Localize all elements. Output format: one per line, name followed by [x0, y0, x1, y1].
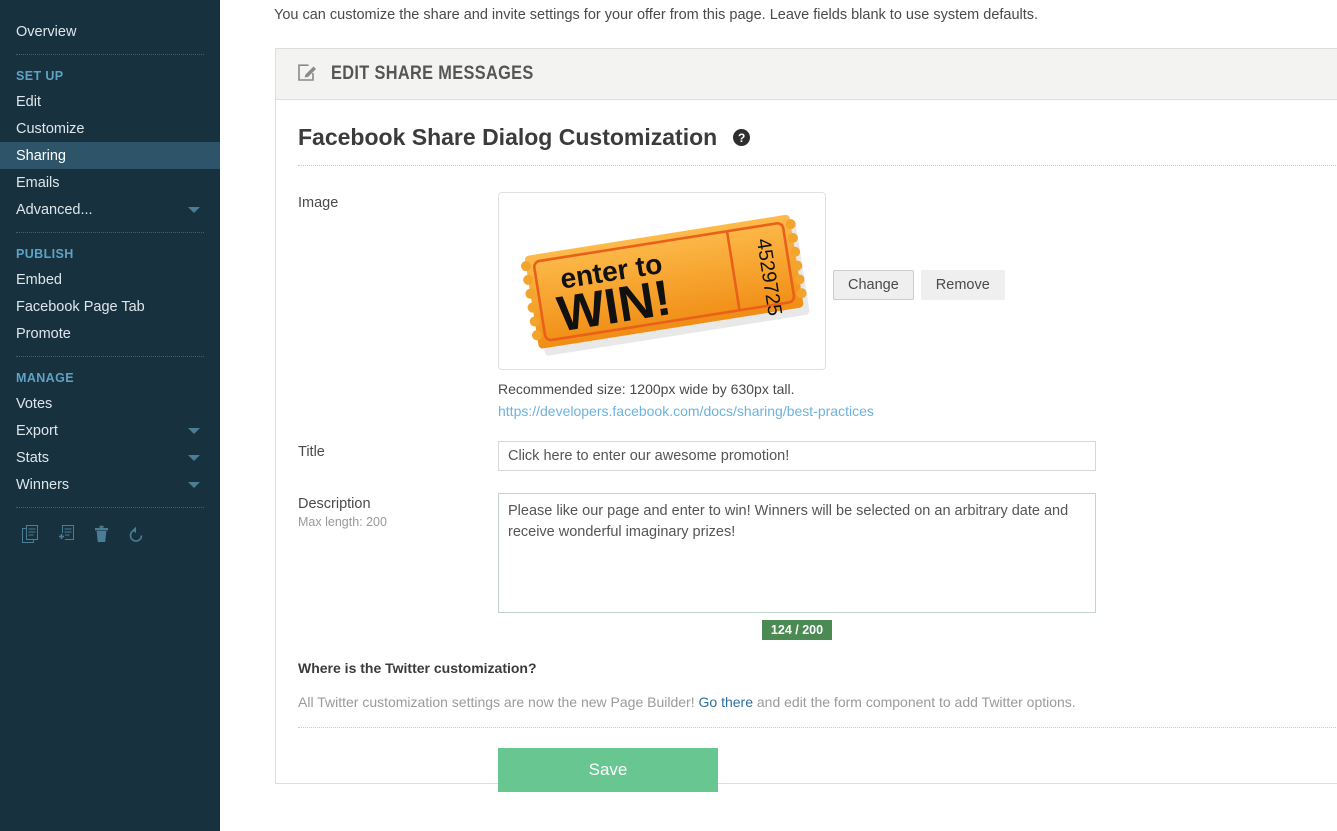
sidebar-item-advanced[interactable]: Advanced... [0, 196, 220, 223]
change-image-button[interactable]: Change [833, 270, 914, 300]
panel-title: EDIT SHARE MESSAGES [331, 63, 534, 84]
app-root: Overview SET UP Edit Customize Sharing E… [0, 0, 1337, 831]
sidebar-item-label: Votes [16, 395, 53, 412]
sidebar-item-label: Sharing [16, 147, 66, 164]
sidebar-section-publish: PUBLISH [16, 247, 74, 261]
sidebar-item-label: Overview [16, 23, 77, 40]
sidebar-section-setup: SET UP [16, 69, 64, 83]
facebook-best-practices-link[interactable]: https://developers.facebook.com/docs/sha… [498, 403, 1337, 419]
sidebar-item-edit[interactable]: Edit [0, 88, 220, 115]
chevron-down-icon [188, 427, 200, 434]
question-mark-icon[interactable]: ? [733, 129, 751, 146]
image-field-control: enter to WIN! 4529725 Change Remove Reco… [498, 192, 1337, 419]
twitter-note-answer-after: and edit the form component to add Twitt… [752, 694, 1076, 710]
sidebar-item-customize[interactable]: Customize [0, 115, 220, 142]
sidebar-divider [16, 356, 204, 357]
sidebar-divider [16, 232, 204, 233]
title-label: Title [298, 444, 325, 460]
character-counter-badge: 124 / 200 [761, 620, 833, 640]
title-field-label-col: Title [298, 441, 498, 471]
panel-body: Facebook Share Dialog Customization ? Im… [276, 100, 1337, 792]
sidebar-item-label: Embed [16, 271, 62, 288]
description-field-row: Description Max length: 200 124 / 200 [298, 493, 1337, 640]
image-size-recommendation: Recommended size: 1200px wide by 630px t… [498, 381, 795, 397]
sidebar: Overview SET UP Edit Customize Sharing E… [0, 0, 220, 831]
go-there-link[interactable]: Go there [699, 694, 753, 710]
share-image-thumbnail[interactable]: enter to WIN! 4529725 [498, 192, 826, 370]
sidebar-item-label: Customize [16, 120, 85, 137]
title-field-row: Title [298, 441, 1337, 471]
chevron-down-icon [188, 481, 200, 488]
sidebar-item-facebook-page-tab[interactable]: Facebook Page Tab [0, 293, 220, 320]
save-row: Save [298, 728, 1337, 792]
description-field-control: 124 / 200 [498, 493, 1337, 640]
image-help: Recommended size: 1200px wide by 630px t… [498, 381, 1337, 419]
sidebar-item-label: Emails [16, 174, 60, 191]
image-buttons: Change Remove [833, 270, 1005, 300]
twitter-note-answer: All Twitter customization settings are n… [298, 694, 1337, 710]
title-input[interactable] [498, 441, 1096, 471]
section-title-row: Facebook Share Dialog Customization ? [298, 124, 1337, 151]
description-textarea[interactable] [498, 493, 1096, 613]
save-button[interactable]: Save [498, 748, 718, 792]
image-label: Image [298, 195, 339, 211]
twitter-note-answer-before: All Twitter customization settings are n… [298, 694, 699, 710]
sidebar-item-label: Stats [16, 449, 50, 466]
sidebar-item-embed[interactable]: Embed [0, 266, 220, 293]
section-title: Facebook Share Dialog Customization [298, 124, 718, 150]
sidebar-item-label: Advanced... [16, 201, 93, 218]
sidebar-divider [16, 54, 204, 55]
sidebar-item-winners[interactable]: Winners [0, 471, 220, 498]
sidebar-item-export[interactable]: Export [0, 417, 220, 444]
description-max-length: Max length: 200 [298, 515, 387, 529]
sidebar-item-emails[interactable]: Emails [0, 169, 220, 196]
copy-icon[interactable] [22, 525, 40, 544]
sidebar-item-label: Winners [16, 476, 70, 493]
twitter-note: Where is the Twitter customization? All … [298, 660, 1337, 710]
image-field-row: Image enter to WIN! 4529725 Change Remov… [298, 192, 1337, 419]
character-counter-wrap: 124 / 200 [498, 620, 1096, 640]
description-label: Description [298, 496, 371, 512]
panel-header: EDIT SHARE MESSAGES [276, 49, 1337, 100]
twitter-note-question: Where is the Twitter customization? [298, 660, 537, 676]
remove-image-button[interactable]: Remove [920, 270, 1005, 300]
section-divider [298, 165, 1337, 166]
sidebar-divider [16, 507, 204, 508]
chevron-down-icon [188, 454, 200, 461]
intro-text: You can customize the share and invite s… [274, 7, 1039, 23]
sidebar-item-sharing[interactable]: Sharing [0, 142, 220, 169]
sidebar-item-overview[interactable]: Overview [0, 18, 220, 45]
title-field-control [498, 441, 1337, 471]
delete-icon[interactable] [94, 525, 110, 544]
sidebar-item-stats[interactable]: Stats [0, 444, 220, 471]
sidebar-item-label: Edit [16, 93, 41, 110]
sidebar-item-votes[interactable]: Votes [0, 390, 220, 417]
sidebar-item-promote[interactable]: Promote [0, 320, 220, 347]
sidebar-item-label: Facebook Page Tab [16, 298, 145, 315]
description-field-label-col: Description Max length: 200 [298, 493, 498, 640]
sidebar-item-label: Export [16, 422, 58, 439]
edit-pencil-icon [298, 62, 318, 87]
reset-icon[interactable] [128, 525, 145, 544]
sidebar-item-label: Promote [16, 325, 71, 342]
enter-to-win-ticket-image: enter to WIN! 4529725 [520, 214, 810, 356]
sidebar-tool-icons [0, 517, 220, 544]
chevron-down-icon [188, 206, 200, 213]
image-field-label-col: Image [298, 192, 498, 419]
sidebar-section-manage: MANAGE [16, 371, 74, 385]
main-content: You can customize the share and invite s… [220, 0, 1337, 831]
edit-share-messages-panel: EDIT SHARE MESSAGES Facebook Share Dialo… [275, 48, 1337, 792]
duplicate-to-page-icon[interactable] [58, 525, 76, 544]
